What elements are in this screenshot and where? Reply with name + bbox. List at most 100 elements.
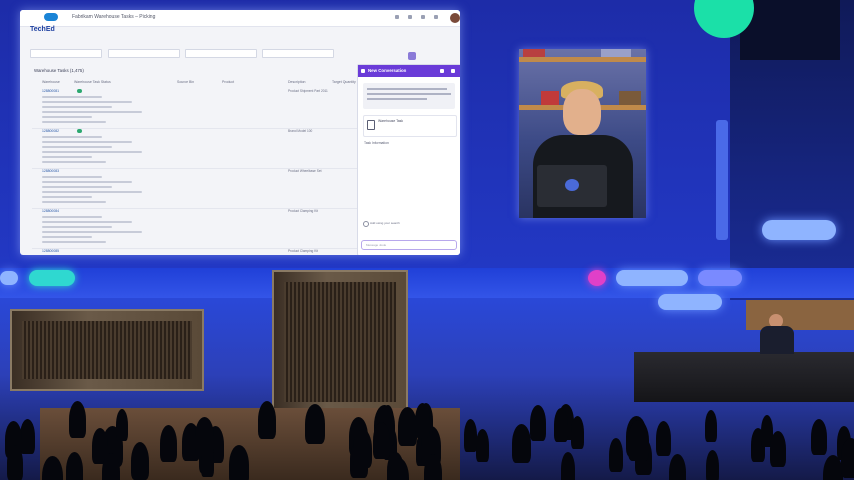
table-header: Warehouse Warehouse Task Status Source B… xyxy=(32,80,362,88)
pink-dot xyxy=(588,270,606,286)
checkbox-label: Add using your search xyxy=(370,221,400,225)
audience-head xyxy=(841,438,854,478)
audience-head xyxy=(415,403,430,438)
chat-panel: New Conversation Warehouse Task Task Inf… xyxy=(357,64,460,255)
filter-field[interactable] xyxy=(30,49,102,58)
audience-head xyxy=(195,417,214,456)
column-header[interactable]: Description xyxy=(288,80,306,84)
table-row[interactable]: 128800082 Brand Model 100 xyxy=(32,128,372,169)
audience-head xyxy=(705,410,717,442)
light-pill xyxy=(0,271,18,285)
light-pill xyxy=(762,220,836,240)
table-row[interactable]: 128800085 Product Clamping Kit xyxy=(32,248,372,255)
app-title: Fabrikam Warehouse Tasks – Picking xyxy=(72,14,156,20)
audience-head xyxy=(131,442,149,480)
task-card[interactable]: Warehouse Task xyxy=(363,115,457,137)
chat-title: New Conversation xyxy=(368,68,407,73)
avatar[interactable] xyxy=(450,13,460,23)
audience-head xyxy=(770,431,786,467)
brand-name: TechEd xyxy=(30,26,55,33)
audience-head xyxy=(20,419,35,454)
task-icon xyxy=(367,120,375,130)
column-header[interactable]: Warehouse Task Status xyxy=(74,80,111,84)
go-button[interactable] xyxy=(408,52,416,60)
audience-head xyxy=(669,454,686,480)
audience-head xyxy=(373,422,390,459)
table-row[interactable]: 128800083 Product Wheelbase Set xyxy=(32,168,372,209)
table-section-title: Warehouse Tasks (1,475) xyxy=(34,68,84,73)
task-description: Product Clamping Kit xyxy=(288,249,318,253)
blue-bar xyxy=(716,120,728,240)
table-row[interactable]: 128800081 Product Shipment Part 2011 xyxy=(32,88,372,129)
task-description: Product Clamping Kit xyxy=(288,209,318,213)
option-checkbox[interactable] xyxy=(363,221,369,227)
checkmark-icon xyxy=(77,129,82,133)
logo-icon xyxy=(565,179,579,191)
filter-bar xyxy=(30,42,355,60)
task-id[interactable]: 128800083 xyxy=(42,169,59,173)
light-pill xyxy=(616,270,688,286)
warehouse-app-screen: Fabrikam Warehouse Tasks – Picking TechE… xyxy=(20,10,460,255)
user-message xyxy=(363,83,455,109)
column-header[interactable]: Warehouse xyxy=(42,80,60,84)
task-id[interactable]: 128800084 xyxy=(42,209,59,213)
task-id[interactable]: 128800085 xyxy=(42,249,59,253)
input-placeholder: Message Joule xyxy=(366,242,387,247)
bell-icon[interactable] xyxy=(408,15,412,19)
audience-head xyxy=(353,429,372,468)
task-id[interactable]: 128800081 xyxy=(42,89,59,93)
audience-head xyxy=(609,438,623,472)
task-description: Brand Model 100 xyxy=(288,129,313,133)
audience-head xyxy=(628,420,649,461)
chat-header: New Conversation xyxy=(358,65,460,77)
audience-head xyxy=(258,401,276,439)
audience-head xyxy=(7,445,23,480)
audience xyxy=(0,395,854,480)
audience-head xyxy=(512,424,531,463)
audience-head xyxy=(706,450,719,480)
audience-head xyxy=(160,425,177,462)
audience-head xyxy=(554,408,568,442)
chat-icon xyxy=(361,69,365,73)
search-icon[interactable] xyxy=(395,15,399,19)
card-title: Warehouse Task xyxy=(378,119,404,123)
audience-head xyxy=(229,445,249,480)
wood-panel xyxy=(272,270,408,414)
keynote-stage: Fabrikam Warehouse Tasks – Picking TechE… xyxy=(0,0,854,480)
task-description: Product Shipment Part 2011 xyxy=(288,89,328,93)
audience-head xyxy=(70,404,83,437)
task-description: Product Wheelbase Set xyxy=(288,169,322,173)
table-row[interactable]: 128800084 Product Clamping Kit xyxy=(32,208,372,249)
audience-head xyxy=(476,429,489,462)
filter-field[interactable] xyxy=(108,49,180,58)
column-header[interactable]: Target Quantity xyxy=(332,80,356,84)
audience-head xyxy=(42,456,63,480)
presenter xyxy=(760,314,794,354)
checkmark-icon xyxy=(77,89,82,93)
expand-icon[interactable] xyxy=(440,69,444,73)
audience-head xyxy=(305,404,325,444)
filter-field[interactable] xyxy=(185,49,257,58)
task-id[interactable]: 128800082 xyxy=(42,129,59,133)
chat-icon[interactable] xyxy=(434,15,438,19)
wood-panel xyxy=(10,309,204,391)
column-header[interactable]: Source Bin xyxy=(177,80,194,84)
audience-head xyxy=(561,452,575,480)
filter-field[interactable] xyxy=(262,49,334,58)
column-header[interactable]: Product xyxy=(222,80,234,84)
speaker-box xyxy=(740,0,840,60)
app-top-bar: Fabrikam Warehouse Tasks – Picking xyxy=(20,10,460,27)
audience-head xyxy=(571,416,584,449)
audience-head xyxy=(811,419,827,455)
info-heading: Task Information xyxy=(364,141,389,145)
light-pill xyxy=(658,294,722,310)
audience-head xyxy=(530,405,546,441)
close-icon[interactable] xyxy=(451,69,455,73)
light-pill xyxy=(698,270,742,286)
light-pill xyxy=(29,270,75,286)
settings-icon[interactable] xyxy=(421,15,425,19)
chat-input[interactable]: Message Joule xyxy=(361,240,457,250)
audience-head xyxy=(464,419,477,452)
presenter-video-feed xyxy=(519,49,646,218)
audience-head xyxy=(116,409,128,441)
